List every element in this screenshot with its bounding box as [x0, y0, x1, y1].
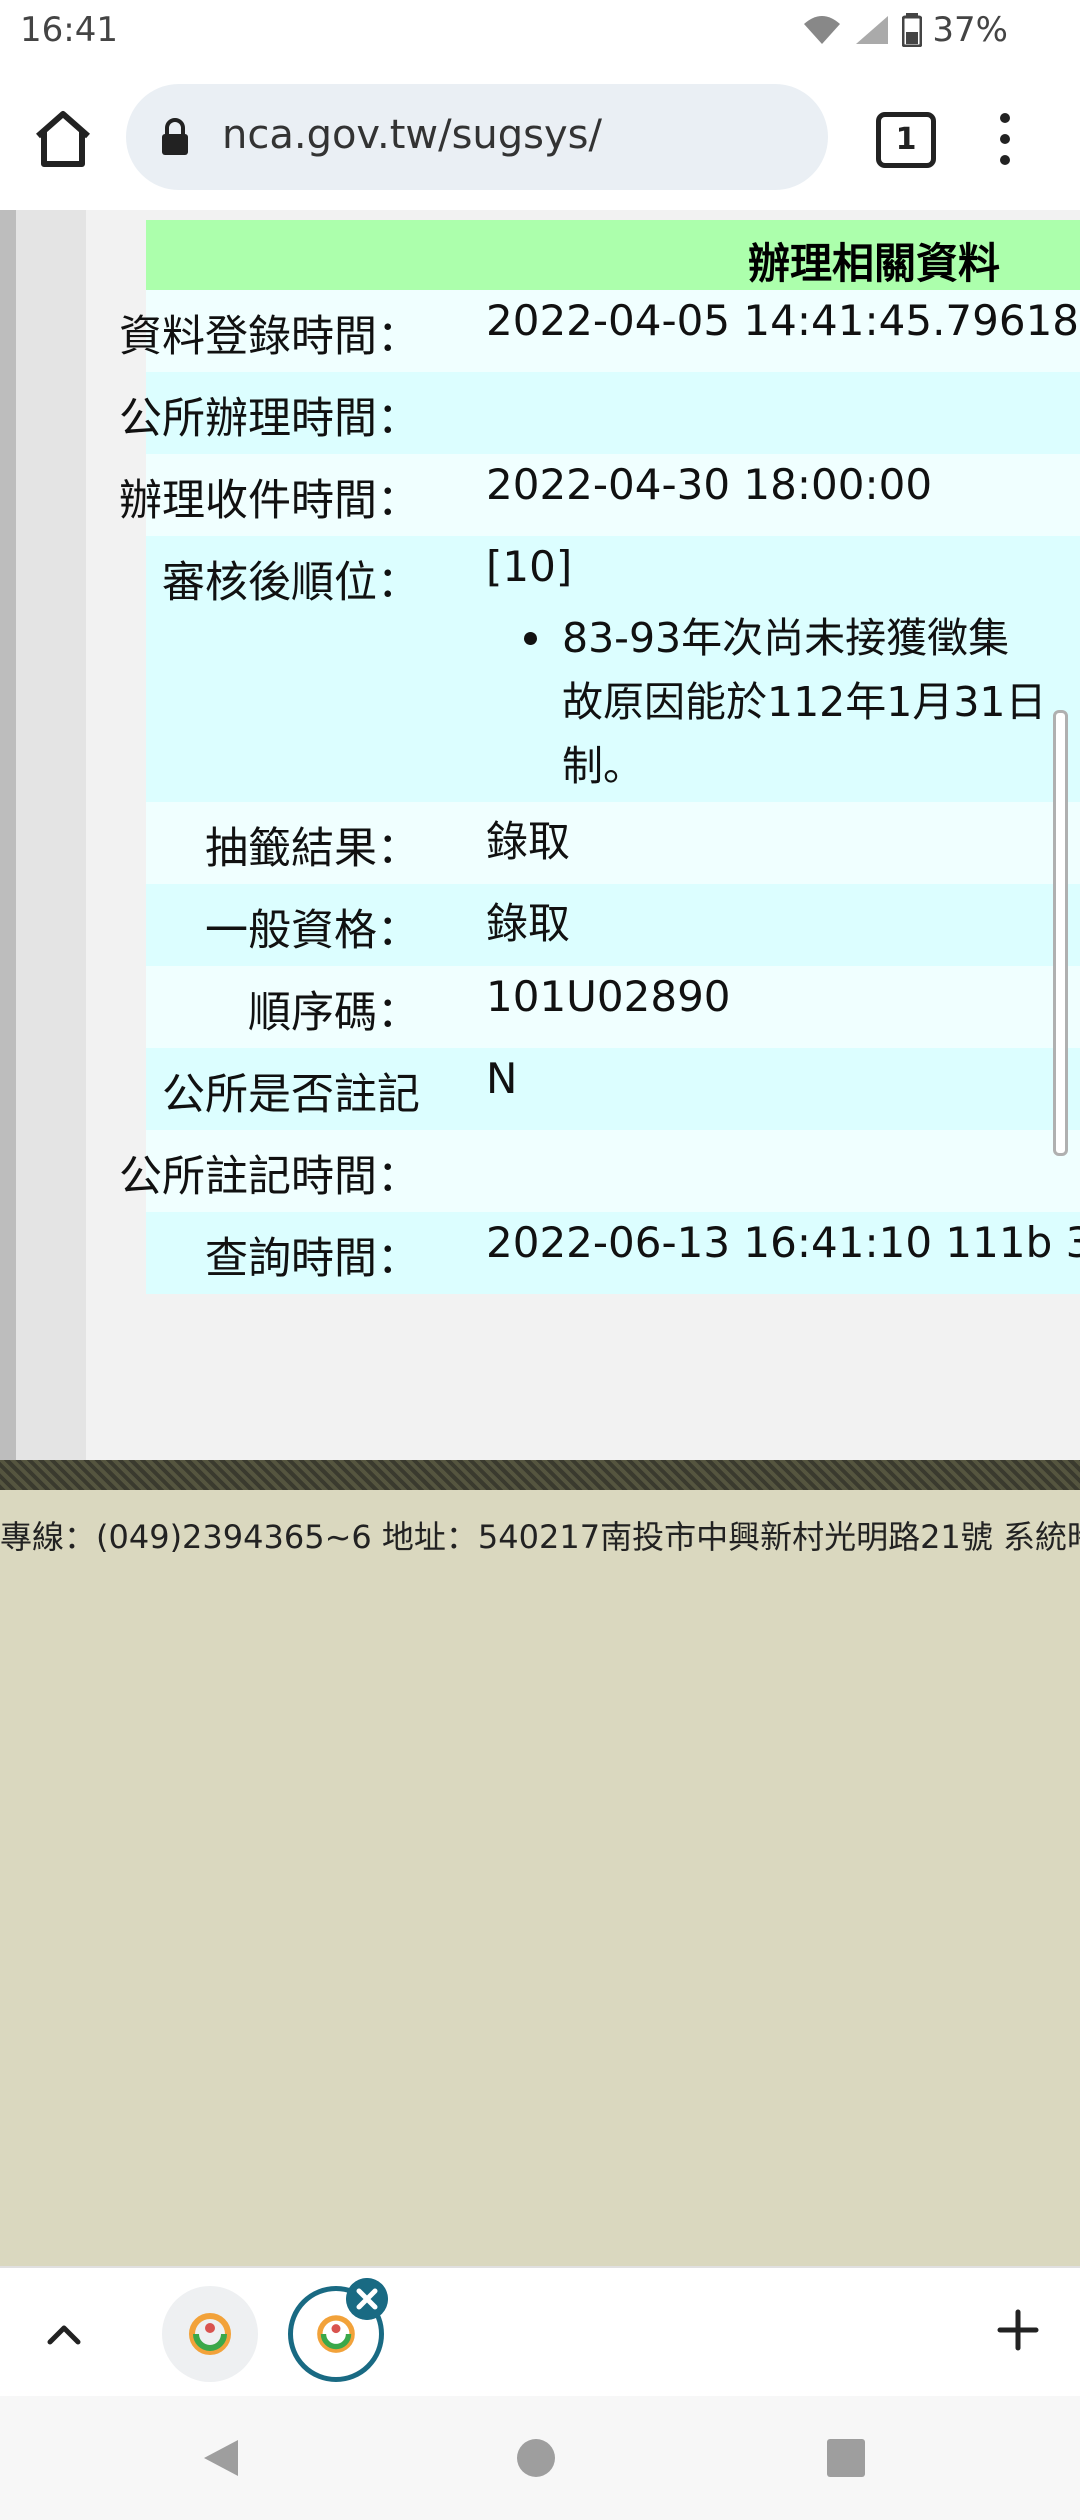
scrollbar[interactable]	[1053, 710, 1068, 1156]
row-label: 查詢時間：	[205, 1234, 420, 1284]
back-icon[interactable]	[198, 2436, 242, 2480]
row-value: 錄取	[486, 899, 571, 948]
system-nav-bar	[0, 2396, 1080, 2520]
status-time: 16:41	[20, 10, 118, 50]
table-row: 一般資格： 錄取	[146, 884, 1080, 966]
row-value: 2022-04-30 18:00:00	[486, 460, 933, 509]
url-text: nca.gov.tw/sugsys/	[222, 112, 602, 158]
status-icons: 37%	[802, 10, 1008, 50]
wifi-icon	[804, 16, 841, 44]
tab-thumbnail[interactable]	[162, 2286, 258, 2382]
lock-icon	[162, 118, 188, 155]
address-bar[interactable]: nca.gov.tw/sugsys/	[126, 84, 828, 190]
browser-toolbar: nca.gov.tw/sugsys/ 1	[0, 68, 1080, 210]
table-row: 資料登錄時間： 2022-04-05 14:41:45.796180	[119, 290, 1080, 372]
battery-percent: 37%	[932, 10, 1008, 50]
left-margin	[16, 210, 86, 1460]
bullet-dot	[524, 632, 537, 645]
row-label: 審核後順位：	[162, 558, 420, 608]
note-line: 故原因能於112年1月31日	[562, 678, 1047, 726]
footer-band	[0, 1460, 1080, 1490]
row-value: 101U02890	[486, 972, 731, 1021]
row-value: N	[486, 1054, 518, 1103]
row-label: 資料登錄時間：	[119, 312, 420, 362]
recents-icon[interactable]	[824, 2436, 868, 2480]
row-label: 抽籤結果：	[205, 824, 420, 874]
table-title: 辦理相關資料	[748, 239, 1001, 288]
table-row: 公所辦理時間：	[119, 372, 1080, 454]
tab-switcher-button[interactable]: 1	[876, 112, 936, 168]
row-value: [10]	[486, 542, 573, 591]
battery-icon	[902, 13, 923, 47]
note-line: 83-93年次尚未接獲徵集	[562, 614, 1010, 662]
row-label: 一般資格：	[205, 906, 420, 956]
home-icon[interactable]	[30, 106, 96, 172]
row-label: 辦理收件時間：	[119, 476, 420, 526]
row-value: 2022-04-05 14:41:45.796180	[486, 296, 1080, 345]
new-tab-icon[interactable]	[996, 2308, 1040, 2352]
table-row: 審核後順位： [10] 83-93年次尚未接獲徵集 故原因能於112年1月31日…	[146, 536, 1080, 802]
web-page: 辦理相關資料 資料登錄時間： 2022-04-05 14:41:45.79618…	[0, 210, 1080, 2266]
table-header: 辦理相關資料	[146, 220, 1080, 290]
table-row: 辦理收件時間： 2022-04-30 18:00:00	[119, 454, 1080, 536]
note-line: 制。	[562, 742, 644, 790]
chevron-up-icon[interactable]	[44, 2314, 84, 2354]
row-label: 順序碼：	[248, 988, 420, 1038]
row-label: 公所註記時間：	[119, 1152, 420, 1202]
rank-note: 83-93年次尚未接獲徵集 故原因能於112年1月31日 制。	[524, 606, 1080, 798]
left-border	[0, 210, 16, 1460]
footer-contact: 專線：(049)2394365~6 地址：540217南投市中興新村光明路21號…	[0, 1518, 1080, 1556]
site-favicon-icon	[189, 2313, 231, 2355]
info-table: 辦理相關資料 資料登錄時間： 2022-04-05 14:41:45.79618…	[119, 220, 1080, 1294]
table-row: 查詢時間： 2022-06-13 16:41:10 111b 380	[146, 1212, 1080, 1294]
status-bar: 16:41 37%	[0, 0, 1080, 68]
signal-icon	[856, 16, 889, 44]
table-row: 公所是否註記 N	[146, 1048, 1080, 1130]
row-label: 公所是否註記	[162, 1070, 420, 1120]
home-nav-icon[interactable]	[514, 2436, 558, 2480]
more-options-icon[interactable]	[990, 104, 1020, 174]
row-value: 錄取	[486, 817, 571, 866]
table-row: 公所註記時間：	[119, 1130, 1080, 1212]
close-tab-icon[interactable]	[346, 2278, 388, 2320]
row-value: 2022-06-13 16:41:10 111b 380	[486, 1218, 1080, 1267]
tab-strip	[0, 2266, 1080, 2398]
table-row: 順序碼： 101U02890	[146, 966, 1080, 1048]
row-label: 公所辦理時間：	[119, 394, 420, 444]
table-row: 抽籤結果： 錄取	[146, 802, 1080, 884]
